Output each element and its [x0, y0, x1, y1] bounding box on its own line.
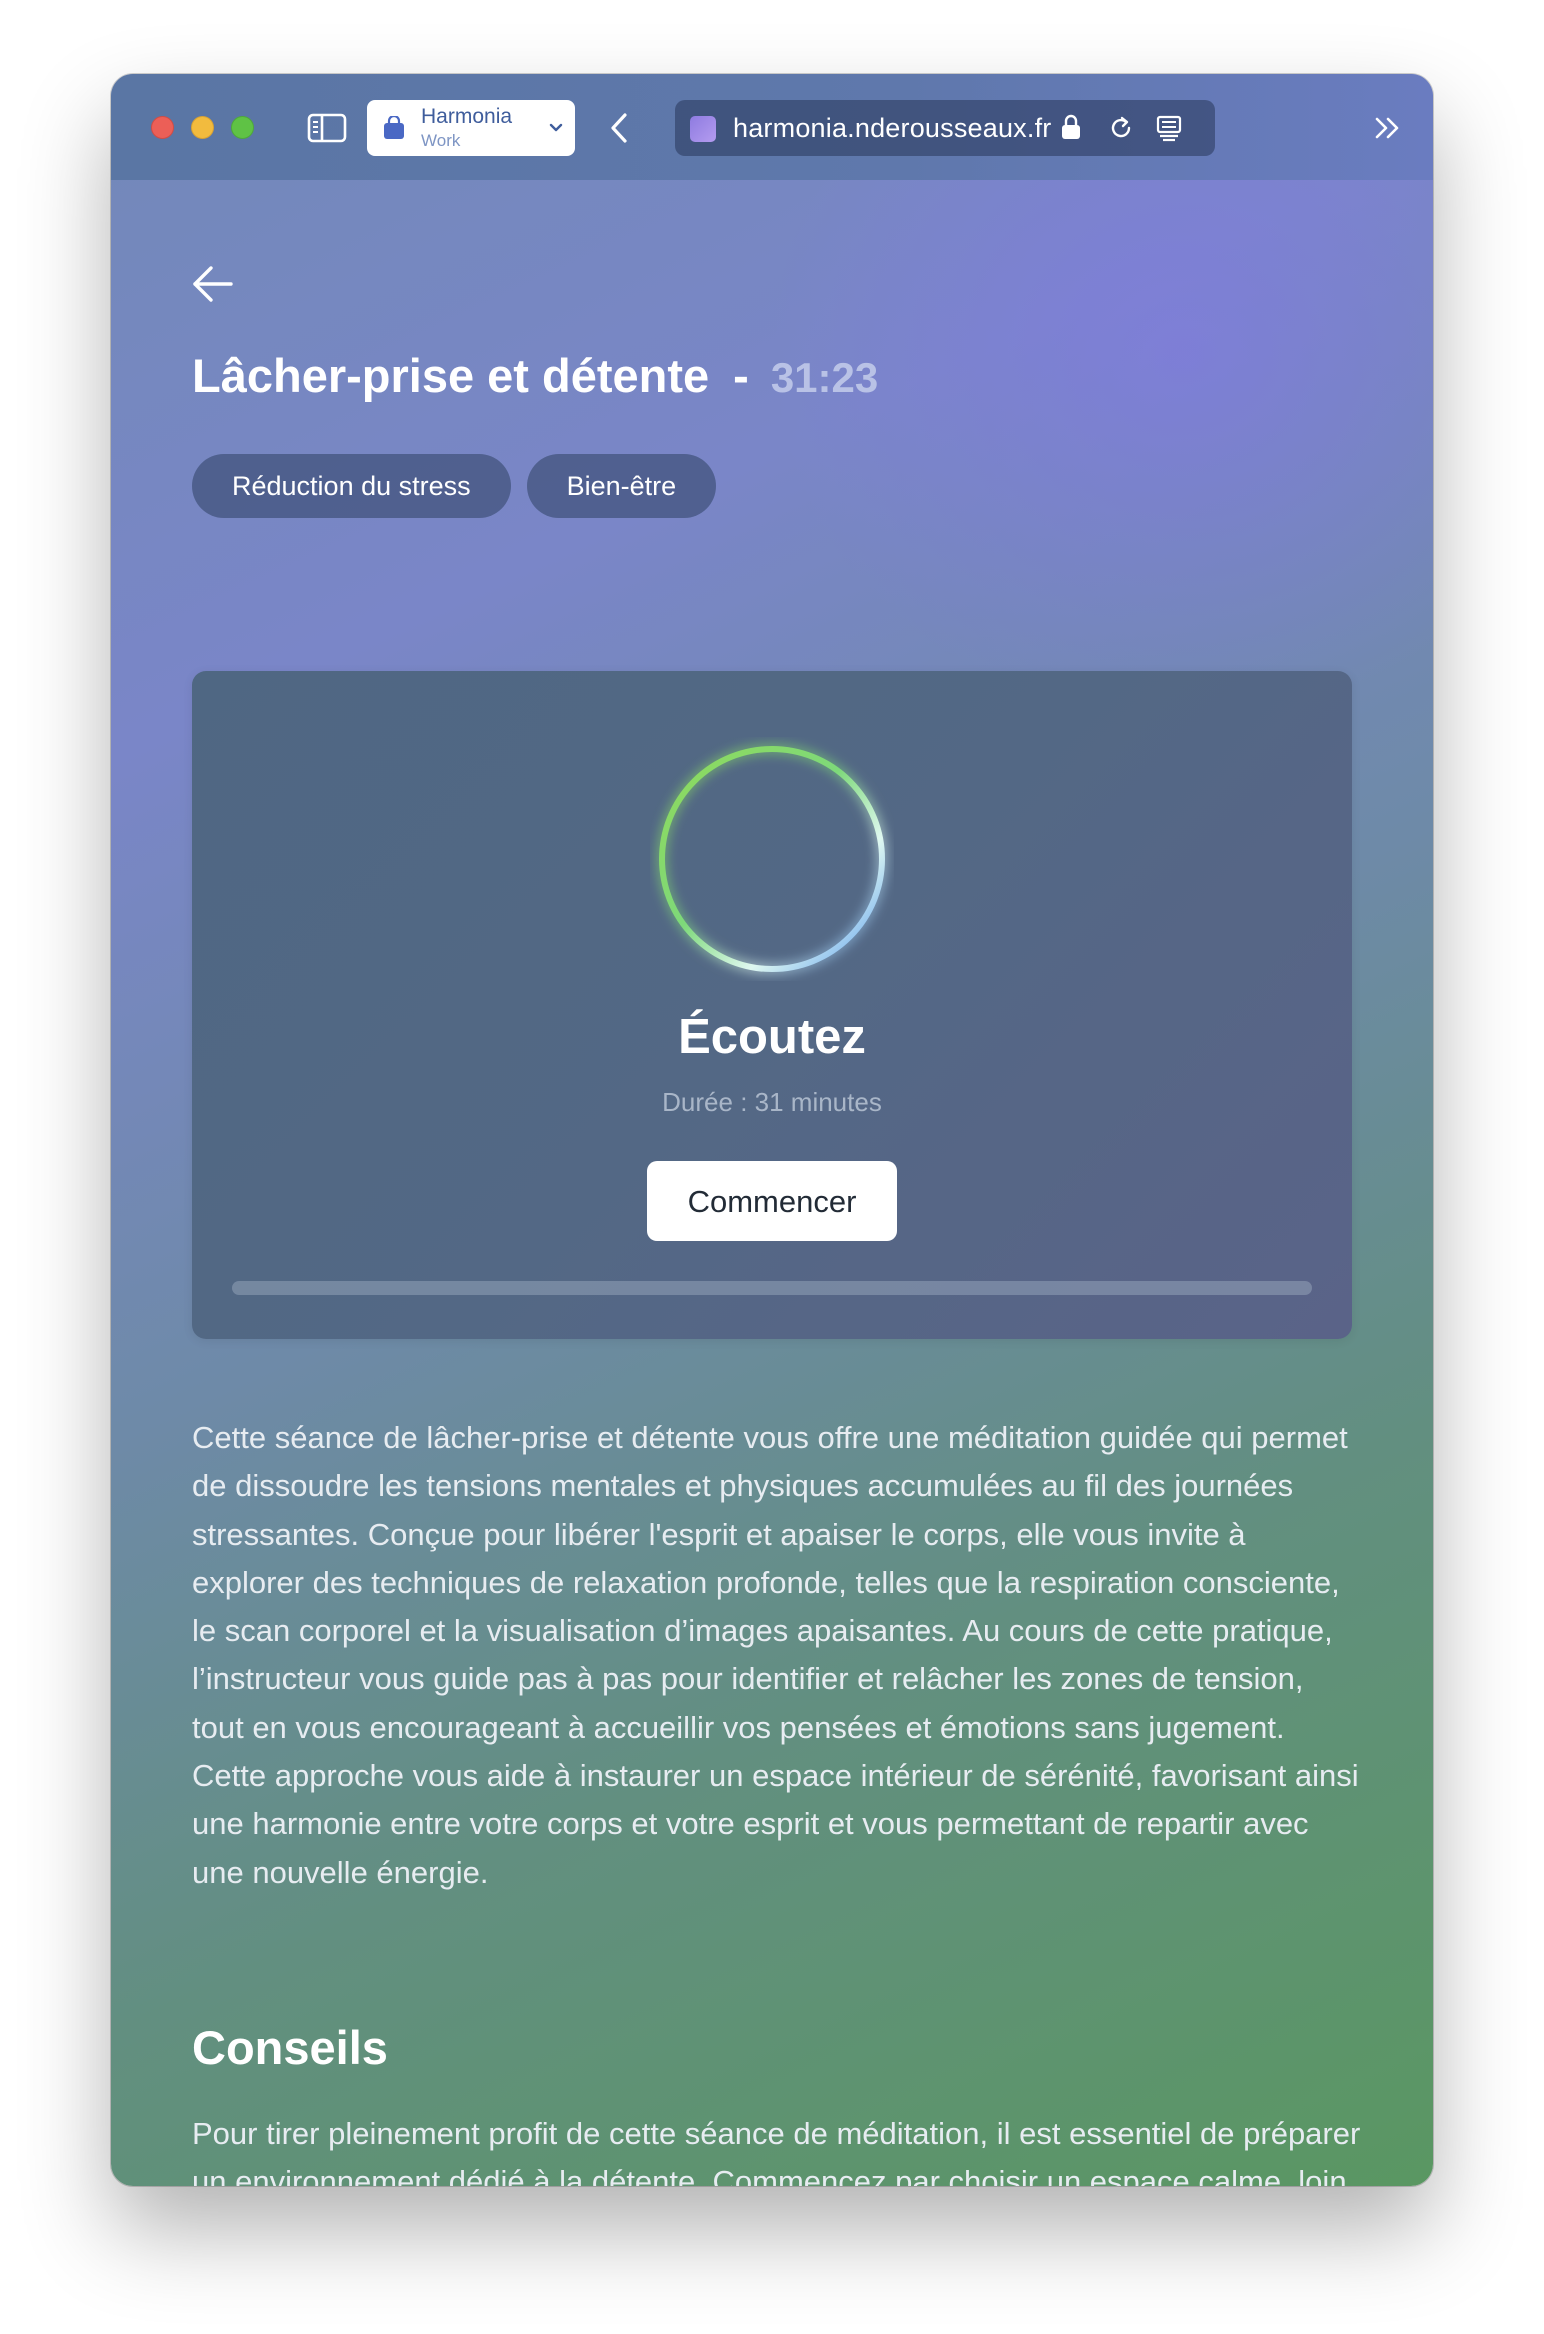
back-chevron-icon[interactable] — [605, 110, 635, 146]
start-button[interactable]: Commencer — [647, 1161, 897, 1241]
browser-toolbar: Harmonia Work harmonia.nderousseaux.fr — [111, 74, 1433, 180]
player-title: Écoutez — [678, 1010, 866, 1064]
player-duration-label: Durée : 31 minutes — [662, 1087, 882, 1117]
page-content: Lâcher-prise et détente -31:23 Réduction … — [111, 180, 1433, 2186]
reload-icon[interactable] — [1107, 114, 1135, 142]
tag-wellbeing[interactable]: Bien-être — [526, 454, 717, 518]
double-chevron-icon[interactable] — [1373, 114, 1403, 142]
sidebar-toggle-icon[interactable] — [307, 112, 347, 144]
zoom-window-button[interactable] — [231, 116, 254, 139]
profile-subtitle: Work — [421, 131, 461, 150]
bag-icon — [384, 116, 404, 139]
session-title: Lâcher-prise et détente — [192, 349, 710, 402]
address-url[interactable]: harmonia.nderousseaux.fr — [733, 113, 1051, 144]
title-separator: - — [733, 349, 749, 402]
breathing-ring-icon — [659, 746, 885, 972]
profile-name: Harmonia — [421, 105, 513, 128]
session-description: Cette séance de lâcher-prise et détente … — [192, 1420, 1359, 1890]
tag-list: Réduction du stress Bien-être — [192, 454, 717, 518]
tag-stress-reduction[interactable]: Réduction du stress — [192, 454, 511, 518]
minimize-window-button[interactable] — [191, 116, 214, 139]
profile-switcher[interactable]: Harmonia Work — [367, 100, 575, 156]
tips-text: Pour tirer pleinement profit de cette sé… — [192, 2116, 1361, 2186]
back-arrow-icon[interactable] — [191, 264, 235, 304]
audio-player-card: Écoutez Durée : 31 minutes Commencer — [192, 671, 1352, 1339]
site-favicon — [690, 116, 716, 142]
address-bar[interactable]: harmonia.nderousseaux.fr — [675, 100, 1215, 156]
progress-bar[interactable] — [232, 1281, 1312, 1295]
session-duration: 31:23 — [770, 354, 879, 401]
lock-icon — [1062, 114, 1080, 139]
session-header: Lâcher-prise et détente -31:23 — [192, 348, 878, 403]
reader-icon[interactable] — [1155, 114, 1183, 142]
tips-heading: Conseils — [192, 2021, 388, 2074]
close-window-button[interactable] — [151, 116, 174, 139]
chevron-down-icon — [549, 123, 563, 132]
browser-window: Harmonia Work harmonia.nderousseaux.fr L… — [111, 74, 1433, 2186]
